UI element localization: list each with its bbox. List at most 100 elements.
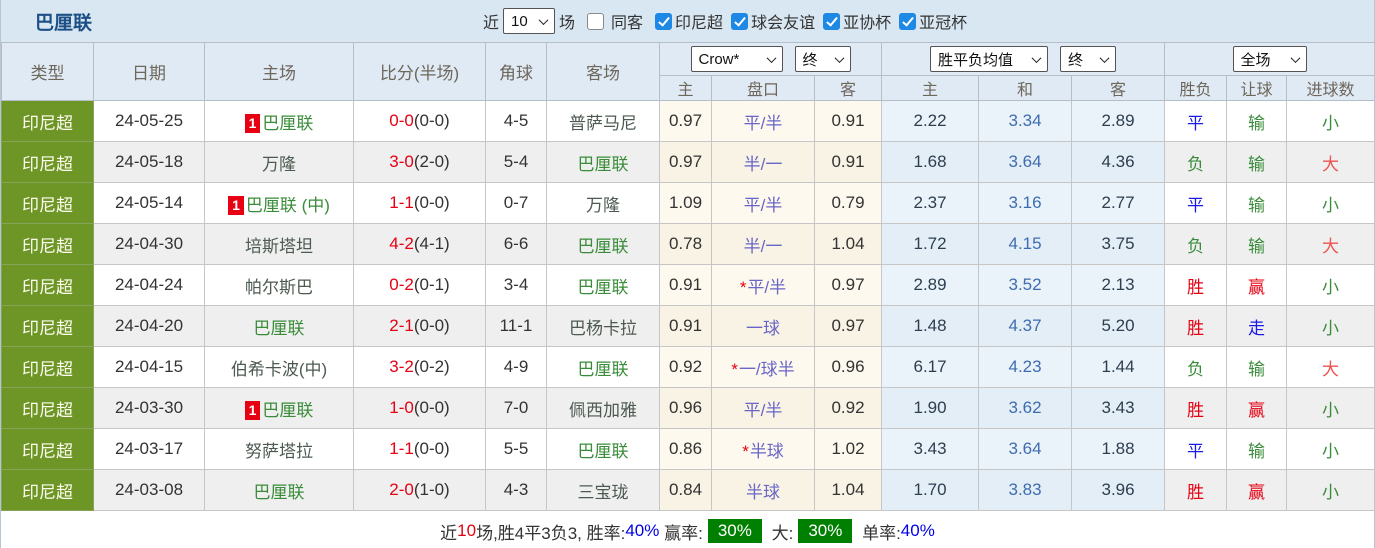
eu-home-odds-cell: 6.17 — [882, 347, 979, 388]
europe-time-select[interactable]: 终 — [1060, 46, 1116, 72]
score-cell: 0-0(0-0) — [354, 101, 486, 142]
score-cell: 3-2(0-2) — [354, 347, 486, 388]
league-checkbox[interactable] — [731, 13, 748, 30]
result-wdl-cell: 平 — [1165, 101, 1227, 142]
halftime-score: (0-0) — [414, 193, 450, 212]
europe-odds-select[interactable]: 胜平负均值 — [930, 46, 1048, 72]
chevron-down-icon — [1032, 53, 1042, 63]
home-team-link[interactable]: 巴厘联 — [254, 319, 305, 338]
league-cell: 印尼超 — [2, 470, 94, 511]
asian-home-odds-cell: 0.91 — [660, 306, 712, 347]
bookmaker-select[interactable]: Crow* — [691, 46, 783, 72]
summary-text: 40% — [625, 521, 659, 541]
fulltime-score: 1-1 — [389, 193, 414, 212]
asian-line-text: 半/一 — [744, 237, 783, 256]
asian-away-odds-cell: 0.91 — [815, 142, 882, 183]
asian-line-cell: *一/球半 — [712, 347, 815, 388]
league-cell: 印尼超 — [2, 306, 94, 347]
league-checkbox[interactable] — [655, 13, 672, 30]
eu-draw-odds-cell: 4.15 — [979, 224, 1072, 265]
home-team-cell: 1巴厘联 (中) — [205, 183, 354, 224]
match-row: 印尼超24-04-30培斯塔坦4-2(4-1)6-6巴厘联0.78半/一1.04… — [2, 224, 1375, 265]
away-team-cell: 三宝珑 — [547, 470, 660, 511]
home-team-link[interactable]: 培斯塔坦 — [245, 237, 313, 256]
home-team-link[interactable]: 巴厘联 — [262, 114, 313, 133]
date-cell: 24-04-20 — [94, 306, 205, 347]
match-row: 印尼超24-05-251巴厘联0-0(0-0)4-5普萨马尼0.97平/半0.9… — [2, 101, 1375, 142]
asian-line-cell: 半球 — [712, 470, 815, 511]
sub-header-goals: 进球数 — [1287, 76, 1375, 101]
top-bar: 巴厘联 近 10 场 同客 印尼超球会友谊亚协杯亚冠杯 — [1, 0, 1374, 42]
asian-odds-group: Crow* 终 — [660, 43, 882, 76]
asian-away-odds-cell: 1.02 — [815, 429, 882, 470]
home-team-link[interactable]: 伯希卡波(中) — [231, 360, 327, 379]
away-team-link[interactable]: 巴厘联 — [578, 237, 629, 256]
asian-line-text: 平/半 — [744, 196, 783, 215]
home-team-link[interactable]: 帕尔斯巴 — [245, 278, 313, 297]
away-team-link[interactable]: 巴厘联 — [578, 442, 629, 461]
asian-line-text: 半球 — [746, 483, 780, 502]
asian-line-cell: *半球 — [712, 429, 815, 470]
home-team-link[interactable]: 巴厘联 — [254, 483, 305, 502]
away-team-link[interactable]: 三宝珑 — [578, 483, 629, 502]
away-team-cell: 巴杨卡拉 — [547, 306, 660, 347]
match-history-table: 类型 日期 主场 比分(半场) 角球 客场 Crow* 终 — [1, 42, 1375, 511]
result-goals-cell: 小 — [1287, 429, 1375, 470]
recent-count-select[interactable]: 10 — [503, 8, 555, 34]
halftime-score: (1-0) — [414, 480, 450, 499]
league-checkbox-label: 印尼超 — [675, 9, 723, 33]
eu-home-odds-cell: 2.89 — [882, 265, 979, 306]
away-team-link[interactable]: 佩西加雅 — [569, 401, 637, 420]
asian-line-cell: 平/半 — [712, 388, 815, 429]
asian-away-odds-cell: 0.96 — [815, 347, 882, 388]
chevron-down-icon — [766, 53, 776, 63]
away-team-link[interactable]: 巴杨卡拉 — [569, 319, 637, 338]
summary-footer: 近10场,胜4平3负3, 胜率:40% 赢率:30% 大:30% 单率:40% — [1, 511, 1374, 548]
result-wdl-cell: 平 — [1165, 429, 1227, 470]
fulltime-score: 4-2 — [389, 234, 414, 253]
result-handicap-cell: 输 — [1227, 183, 1287, 224]
asian-time-select[interactable]: 终 — [795, 46, 851, 72]
eu-draw-odds-cell: 3.64 — [979, 142, 1072, 183]
fulltime-score: 2-0 — [389, 480, 414, 499]
away-team-link[interactable]: 巴厘联 — [578, 360, 629, 379]
asian-home-odds-cell: 0.84 — [660, 470, 712, 511]
home-team-link[interactable]: 巴厘联 (中) — [246, 196, 330, 215]
league-checkbox[interactable] — [823, 13, 840, 30]
result-wdl-cell: 负 — [1165, 347, 1227, 388]
date-cell: 24-05-25 — [94, 101, 205, 142]
away-team-link[interactable]: 巴厘联 — [578, 278, 629, 297]
match-row: 印尼超24-03-301巴厘联1-0(0-0)7-0佩西加雅0.96平/半0.9… — [2, 388, 1375, 429]
asian-line-text: 一/球半 — [739, 360, 795, 379]
asian-home-odds-cell: 0.86 — [660, 429, 712, 470]
match-stats-page: 巴厘联 近 10 场 同客 印尼超球会友谊亚协杯亚冠杯 类型 日期 主场 — [0, 0, 1375, 548]
result-goals-cell: 小 — [1287, 183, 1375, 224]
league-checkbox-label: 亚冠杯 — [919, 9, 967, 33]
away-team-link[interactable]: 巴厘联 — [578, 155, 629, 174]
home-team-cell: 1巴厘联 — [205, 388, 354, 429]
eu-home-odds-cell: 2.22 — [882, 101, 979, 142]
scope-select[interactable]: 全场 — [1233, 46, 1307, 72]
away-team-cell: 巴厘联 — [547, 265, 660, 306]
league-cell: 印尼超 — [2, 224, 94, 265]
asian-home-odds-cell: 0.97 — [660, 101, 712, 142]
score-cell: 0-2(0-1) — [354, 265, 486, 306]
eu-away-odds-cell: 4.36 — [1072, 142, 1165, 183]
away-team-link[interactable]: 普萨马尼 — [569, 114, 637, 133]
summary-percentage-badge: 30% — [798, 519, 852, 543]
col-header-score: 比分(半场) — [354, 43, 486, 101]
home-team-link[interactable]: 万隆 — [262, 155, 296, 174]
home-team-link[interactable]: 巴厘联 — [262, 401, 313, 420]
col-header-type: 类型 — [2, 43, 94, 101]
league-cell: 印尼超 — [2, 429, 94, 470]
away-team-link[interactable]: 万隆 — [586, 196, 620, 215]
summary-text: 单率: — [857, 519, 900, 544]
asian-away-odds-cell: 0.97 — [815, 306, 882, 347]
same-away-checkbox[interactable] — [587, 13, 604, 30]
result-handicap-cell: 输 — [1227, 224, 1287, 265]
away-team-cell: 巴厘联 — [547, 142, 660, 183]
chevron-down-icon — [539, 15, 549, 25]
league-checkbox[interactable] — [899, 13, 916, 30]
home-team-link[interactable]: 努萨塔拉 — [245, 442, 313, 461]
home-team-cell: 培斯塔坦 — [205, 224, 354, 265]
